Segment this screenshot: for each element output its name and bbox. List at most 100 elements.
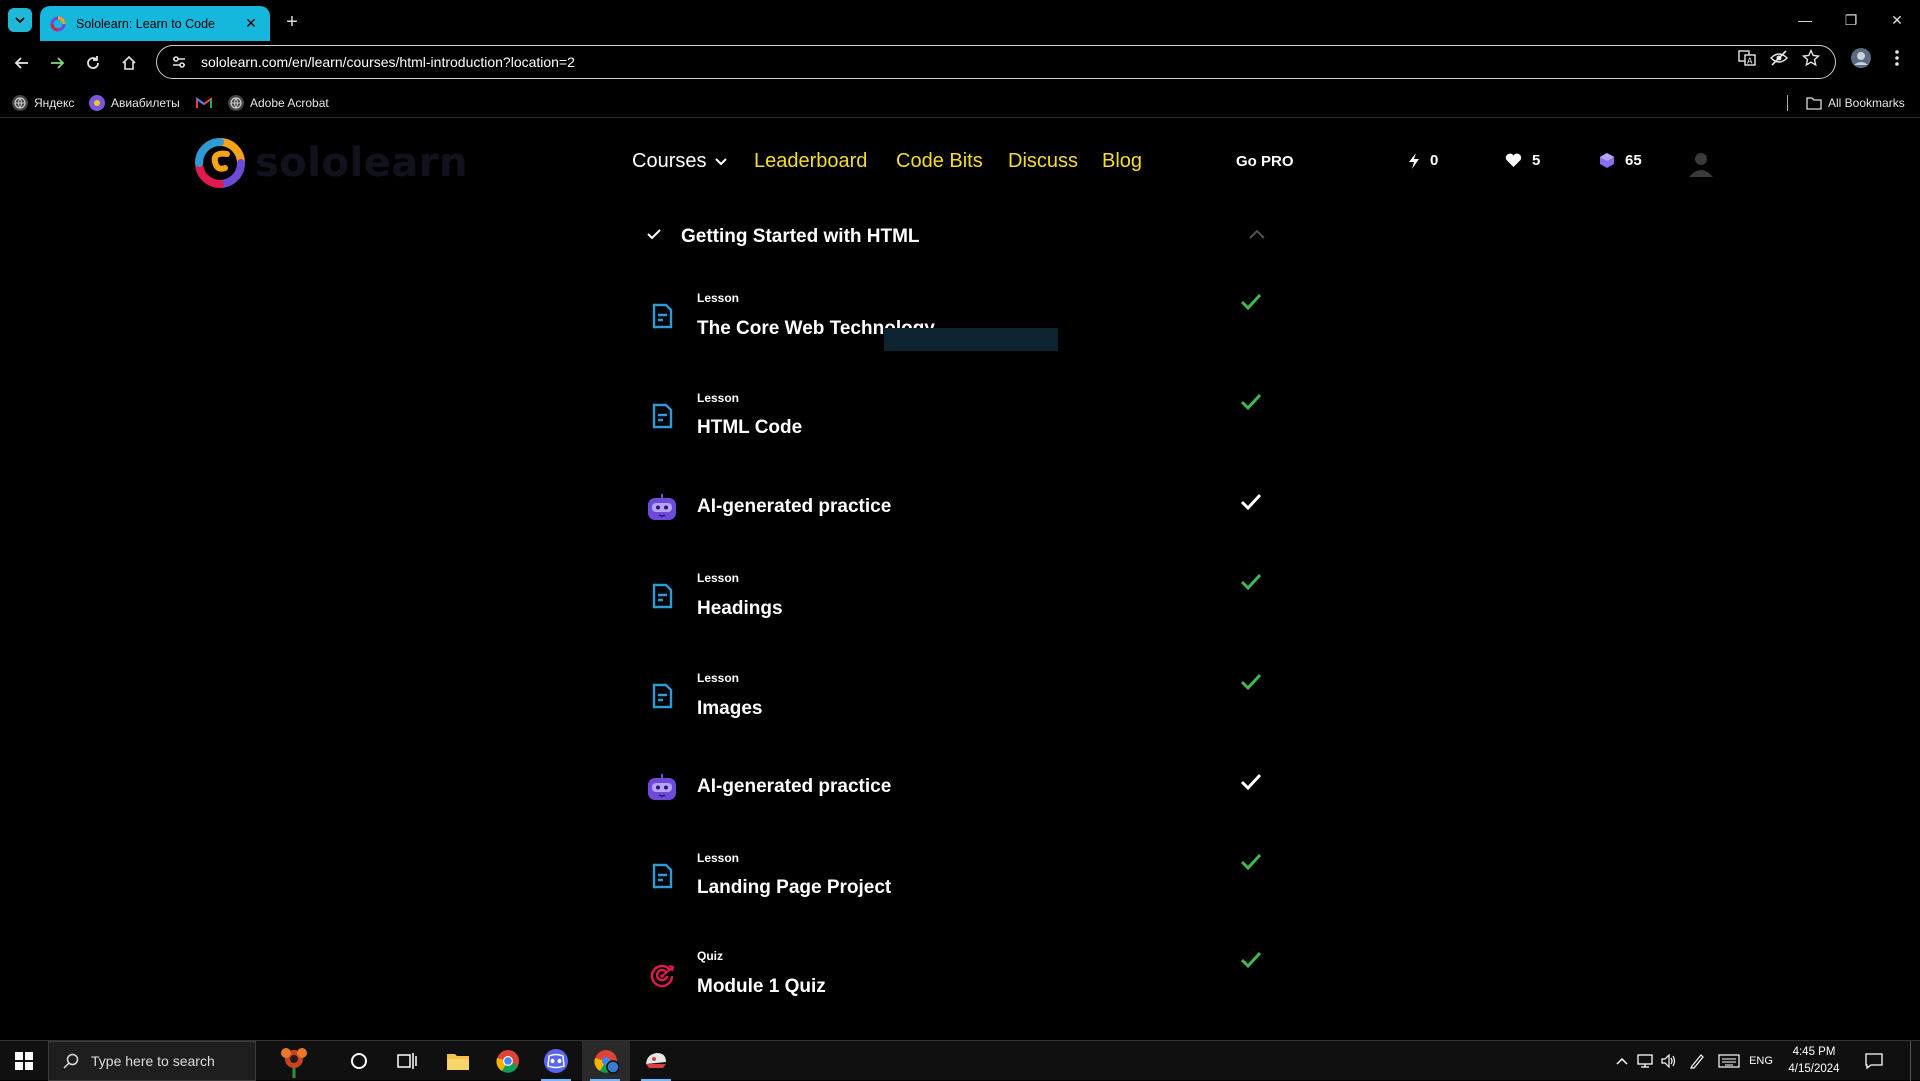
globe-icon [12,95,28,111]
home-button[interactable] [116,50,142,76]
windows-taskbar: Type here to search ENG 4:45 PM 4/15/202… [0,1040,1920,1081]
aviasales-icon [89,95,105,111]
streak-counter[interactable]: 0 [1408,152,1438,169]
bookmark-yandex[interactable]: Яндекс [12,92,74,114]
quiz-item[interactable]: Quiz Module 1 Quiz [640,942,1280,1022]
minimize-button[interactable]: — [1782,0,1828,40]
user-avatar-icon[interactable] [1688,151,1714,177]
arrow-left-icon [14,57,28,69]
show-desktop-button[interactable] [1910,1041,1911,1081]
search-highlight-icon[interactable] [270,1041,318,1081]
module-header[interactable]: Getting Started with HTML [640,222,1280,252]
go-pro-button[interactable]: Go PRO [1236,153,1294,170]
forward-button[interactable] [44,50,70,76]
item-kind-label: Lesson [697,851,740,865]
item-kind-label: Lesson [697,291,740,305]
new-tab-button[interactable]: + [280,10,304,34]
chrome-profile-window-icon[interactable] [582,1041,630,1081]
nav-blog[interactable]: Blog [1102,150,1142,173]
item-title: Landing Page Project [697,877,892,898]
task-view-icon[interactable] [384,1041,430,1081]
volume-icon[interactable] [1658,1041,1680,1081]
discord-icon[interactable] [533,1041,579,1081]
show-hidden-icons-chevron-icon[interactable] [1612,1041,1632,1081]
completed-check-icon [1240,573,1262,591]
nav-code-bits[interactable]: Code Bits [896,150,983,173]
nav-courses-dropdown[interactable]: Courses [632,150,728,173]
site-header: sololearn Courses Leaderboard Code Bits … [0,122,1920,206]
profile-avatar-icon[interactable] [1850,47,1872,69]
pen-icon[interactable] [1686,1041,1708,1081]
completed-check-icon [1240,673,1262,691]
browser-tab-active[interactable]: Sololearn: Learn to Code ✕ [40,6,270,41]
gmail-icon [196,95,212,111]
gems-counter[interactable]: 65 [1599,152,1642,169]
completed-check-icon [1240,773,1262,791]
all-bookmarks-button[interactable]: All Bookmarks [1806,92,1905,114]
practice-item[interactable]: AI-generated practice [640,478,1280,558]
address-bar[interactable]: sololearn.com/en/learn/courses/html-intr… [156,45,1836,79]
chevron-down-icon [15,17,25,24]
nav-discuss[interactable]: Discuss [1008,150,1078,173]
svg-text:A: A [1747,57,1753,66]
lesson-document-icon [652,683,673,709]
search-icon [63,1053,79,1069]
completed-check-icon [1240,951,1262,969]
lesson-document-icon [652,583,673,609]
chrome-icon[interactable] [485,1041,531,1081]
input-language-indicator[interactable]: ENG [1746,1041,1776,1081]
translate-icon[interactable]: A [1736,47,1758,69]
file-explorer-icon[interactable] [435,1041,481,1081]
item-title: AI-generated practice [697,496,892,517]
practice-item[interactable]: AI-generated practice [640,758,1280,838]
globe-icon [228,95,244,111]
browser-tab-strip: Sololearn: Learn to Code ✕ + — ❐ ✕ [0,0,1920,41]
taskbar-search-box[interactable]: Type here to search [48,1041,256,1081]
bookmark-aviabilety[interactable]: Авиабилеты [89,92,180,114]
sololearn-logo[interactable]: sololearn [195,138,468,188]
nav-leaderboard[interactable]: Leaderboard [754,150,867,173]
home-icon [122,55,136,70]
lesson-item[interactable]: Lesson Headings [640,562,1280,642]
gem-icon [1600,153,1614,168]
cortana-icon[interactable] [336,1041,382,1081]
bookmarks-divider [1787,95,1788,111]
chevron-up-icon[interactable] [1248,228,1266,240]
completed-check-icon [1240,493,1262,511]
site-settings-icon[interactable] [171,54,187,70]
tab-search-button[interactable] [8,8,32,32]
system-clock[interactable]: 4:45 PM 4/15/2024 [1778,1044,1850,1078]
lightning-icon [1409,152,1419,169]
close-window-button[interactable]: ✕ [1874,0,1920,40]
notifications-icon[interactable] [1856,1041,1892,1081]
bookmark-star-icon[interactable] [1800,47,1822,69]
item-kind-label: Lesson [697,391,740,405]
item-kind-label: Quiz [697,949,723,963]
browser-toolbar: sololearn.com/en/learn/courses/html-intr… [0,41,1920,83]
bookmark-gmail[interactable] [196,92,218,114]
url-text: sololearn.com/en/learn/courses/html-intr… [201,54,575,70]
completed-check-icon [1240,853,1262,871]
network-icon[interactable] [1634,1041,1656,1081]
bookmark-adobe-acrobat[interactable]: Adobe Acrobat [228,92,329,114]
lesson-document-icon [652,863,673,889]
eye-off-icon[interactable] [1768,47,1790,69]
browser-menu-icon[interactable] [1886,47,1908,69]
lesson-item[interactable]: Lesson Images [640,662,1280,742]
completed-check-icon [1240,293,1262,311]
chevron-down-icon [715,157,728,165]
app-profile-icon[interactable] [633,1041,679,1081]
lesson-item[interactable]: Lesson Landing Page Project [640,842,1280,922]
hearts-counter[interactable]: 5 [1505,152,1540,169]
reload-button[interactable] [80,50,106,76]
tab-close-icon[interactable]: ✕ [242,15,260,33]
touch-keyboard-icon[interactable] [1716,1041,1742,1081]
back-button[interactable] [9,50,35,76]
heart-icon [1505,153,1522,167]
item-title: AI-generated practice [697,776,892,797]
item-kind-label: Lesson [697,571,740,585]
start-button[interactable] [0,1041,48,1081]
lesson-item[interactable]: Lesson HTML Code [640,382,1280,462]
tab-title: Sololearn: Learn to Code [76,16,215,31]
restore-button[interactable]: ❐ [1828,0,1874,40]
